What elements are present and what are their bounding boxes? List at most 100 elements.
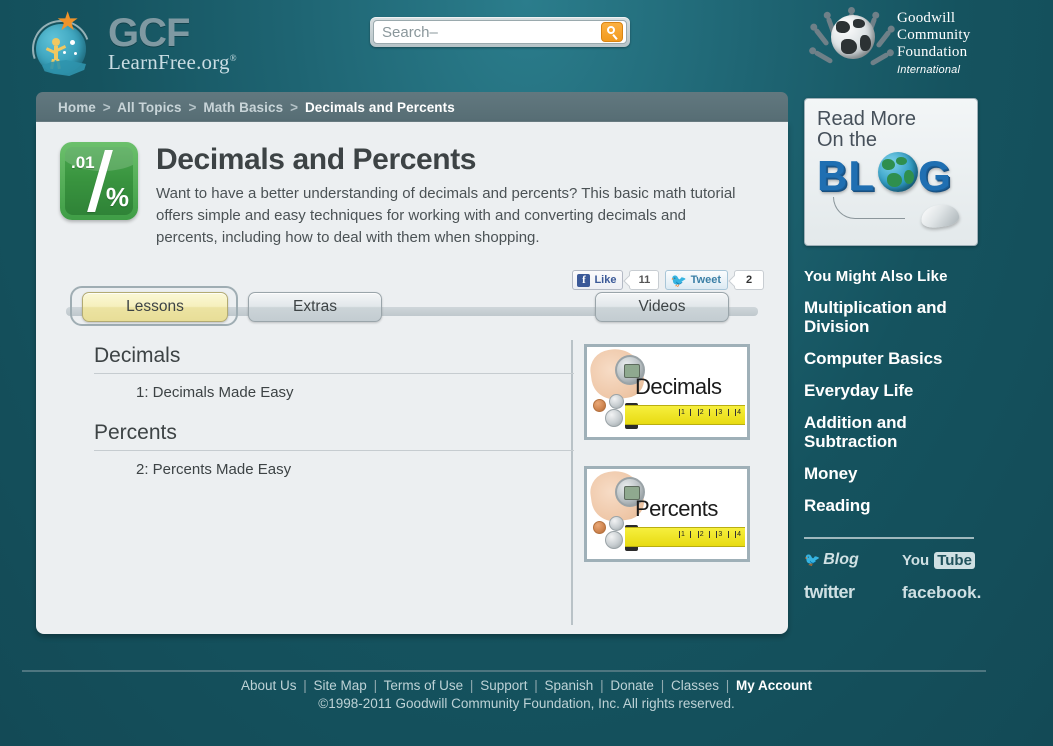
sparkle-dot-icon — [63, 51, 66, 54]
lesson-group-percents: Percents 2: Percents Made Easy — [94, 421, 574, 478]
thumbnail-decimals[interactable]: 1234 Decimals — [584, 344, 750, 440]
you-might-also-like-title: You Might Also Like — [804, 268, 948, 285]
topic-intro: .01 % Decimals and Percents Want to have… — [60, 142, 764, 249]
lesson-item[interactable]: 2: Percents Made Easy — [94, 451, 574, 478]
lesson-group-decimals: Decimals 1: Decimals Made Easy — [94, 344, 574, 401]
blog-banner-line1: Read More — [817, 108, 916, 130]
decimals-percents-icon: .01 % — [60, 142, 138, 220]
twitter-tweet-button[interactable]: 🐦 Tweet — [665, 270, 728, 290]
coin-silver — [609, 394, 624, 409]
sidebar-social-links: 🐦 Blog You Tube twitter facebook. — [804, 551, 984, 603]
tape-measure-icon: 1234 — [625, 405, 745, 425]
youtube-you-label: You — [902, 551, 930, 569]
tab-videos-label: Videos — [638, 298, 686, 315]
also-like-item-money[interactable]: Money — [804, 464, 1004, 483]
tape-measure-icon: 1234 — [625, 527, 745, 547]
twitter-link[interactable]: twitter — [804, 582, 902, 603]
youtube-link[interactable]: You Tube — [902, 551, 984, 569]
facebook-link[interactable]: facebook. — [902, 582, 984, 603]
gcf-logo-mark — [22, 8, 100, 88]
footer-link-about-us[interactable]: About Us — [241, 678, 297, 693]
globe-icon — [831, 15, 875, 59]
tab-lessons[interactable]: Lessons — [82, 292, 228, 322]
youtube-tube-label: Tube — [934, 551, 975, 569]
footer-link-terms-of-use[interactable]: Terms of Use — [384, 678, 464, 693]
breadcrumb-separator: > — [102, 99, 111, 115]
blog-banner-line2: On the — [817, 129, 878, 151]
gcfi-globe-icon — [805, 7, 897, 79]
coin-penny — [593, 521, 606, 534]
twitter-bird-icon: 🐦 — [670, 272, 687, 288]
footer-link-donate[interactable]: Donate — [610, 678, 654, 693]
search-input[interactable] — [374, 21, 601, 43]
tab-extras[interactable]: Extras — [248, 292, 382, 322]
blog-link[interactable]: 🐦 Blog — [804, 551, 902, 569]
tape-ticks: 1234 — [679, 531, 741, 538]
also-like-item-computer-basics[interactable]: Computer Basics — [804, 349, 1004, 368]
gcf-learnfree-logo[interactable]: GCF LearnFree.org® — [22, 8, 237, 88]
tape-ticks: 1234 — [679, 409, 741, 416]
lesson-thumbnails: 1234 Decimals 1234 Percents — [584, 344, 750, 588]
goodwill-community-foundation-logo: Goodwill Community Foundation Internatio… — [805, 6, 1005, 80]
lessons-list: Decimals 1: Decimals Made Easy Percents … — [94, 344, 574, 498]
footer-link-classes[interactable]: Classes — [671, 678, 719, 693]
tab-videos[interactable]: Videos — [595, 292, 729, 322]
blog-wordmark-right: G — [918, 152, 952, 199]
tab-extras-label: Extras — [293, 298, 337, 315]
also-like-item-reading[interactable]: Reading — [804, 496, 1004, 515]
footer-separator: | — [373, 678, 378, 693]
facebook-f-icon: f — [577, 273, 591, 287]
social-share-row: f Like 11 🐦 Tweet 2 — [572, 270, 764, 290]
also-like-item-multiplication-and-division[interactable]: Multiplication and Division — [804, 298, 1004, 336]
lesson-item[interactable]: 1: Decimals Made Easy — [94, 374, 574, 401]
facebook-like-count: 11 — [629, 270, 660, 290]
intro-text: Decimals and Percents Want to have a bet… — [156, 142, 764, 249]
twitter-tweet-count: 2 — [734, 270, 764, 290]
gcfi-line-goodwill: Goodwill — [897, 10, 956, 27]
thumbnail-label: Decimals — [635, 374, 722, 399]
thumbnail-percents[interactable]: 1234 Percents — [584, 466, 750, 562]
breadcrumb-item-home[interactable]: Home — [58, 100, 96, 115]
learnfree-wordmark: LearnFree.org® — [108, 49, 237, 74]
blog-wordmark-left: BL — [817, 152, 875, 199]
facebook-like-button[interactable]: f Like — [572, 270, 624, 290]
read-more-blog-banner[interactable]: Read More On the BL G — [804, 98, 978, 246]
breadcrumb-item-math-basics[interactable]: Math Basics — [203, 100, 283, 115]
thumbnail-label: Percents — [635, 496, 718, 521]
coin-penny — [593, 399, 606, 412]
sidebar-divider — [804, 537, 974, 540]
also-like-item-addition-and-subtraction[interactable]: Addition and Subtraction — [804, 413, 1004, 451]
also-like-item-everyday-life[interactable]: Everyday Life — [804, 381, 1004, 400]
footer-link-support[interactable]: Support — [480, 678, 527, 693]
sparkle-dot-icon — [70, 40, 75, 45]
tab-bar: Lessons Extras Videos — [60, 286, 764, 332]
facebook-like-label: Like — [594, 274, 617, 286]
footer-separator: | — [303, 678, 307, 693]
computer-mouse-icon — [919, 202, 961, 230]
page-title: Decimals and Percents — [156, 143, 477, 176]
footer-link-my-account[interactable]: My Account — [736, 678, 812, 693]
site-footer: About Us | Site Map | Terms of Use | Sup… — [0, 678, 1053, 711]
footer-separator: | — [600, 678, 604, 693]
gcfi-line-international: International — [897, 63, 961, 76]
gcfi-wordmark: Goodwill Community Foundation Internatio… — [897, 10, 970, 76]
footer-link-site-map[interactable]: Site Map — [314, 678, 367, 693]
lesson-group-title: Percents — [94, 421, 574, 451]
breadcrumb-bar: Home > All Topics > Math Basics > Decima… — [36, 92, 788, 122]
coin-silver — [605, 531, 623, 549]
gcf-wordmark: GCF — [108, 10, 190, 55]
footer-separator: | — [534, 678, 538, 693]
blog-link-label: Blog — [823, 551, 859, 569]
breadcrumb-separator: > — [290, 99, 299, 115]
search-box[interactable] — [370, 17, 630, 47]
main-content-panel: .01 % Decimals and Percents Want to have… — [36, 122, 788, 634]
site-header: GCF LearnFree.org® Search– Goodwill Comm… — [0, 0, 1053, 88]
breadcrumb-item-all-topics[interactable]: All Topics — [117, 100, 182, 115]
footer-link-spanish[interactable]: Spanish — [545, 678, 594, 693]
footer-separator: | — [469, 678, 474, 693]
sparkle-dot-icon — [74, 52, 77, 55]
mouse-cord — [833, 197, 905, 219]
coin-silver — [605, 409, 623, 427]
lesson-group-title: Decimals — [94, 344, 574, 374]
search-icon[interactable] — [601, 22, 623, 42]
